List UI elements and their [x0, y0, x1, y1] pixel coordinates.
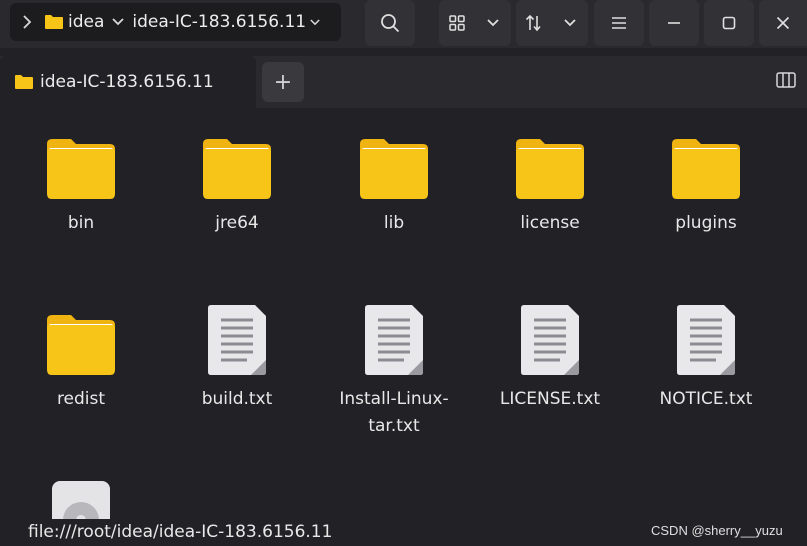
file-name: redist: [56, 389, 106, 409]
path-back-chevron-icon[interactable]: [10, 3, 44, 41]
maximize-button[interactable]: [704, 0, 754, 46]
file-name: license: [520, 213, 580, 233]
folder-icon: [516, 139, 584, 199]
plus-icon: +: [273, 69, 293, 95]
breadcrumb-current[interactable]: idea-IC-183.6156.11: [132, 3, 306, 41]
maximize-icon: [722, 16, 736, 30]
file-name: bin: [67, 213, 95, 233]
folder-icon: [203, 139, 271, 199]
tab-overview-icon: [776, 72, 796, 88]
file-item[interactable]: NOTICE.txt: [631, 304, 781, 413]
text-file-icon: [208, 305, 266, 375]
file-item[interactable]: Install-Linux-tar.txt: [319, 304, 469, 440]
tab-label: idea-IC-183.6156.11: [40, 72, 214, 92]
search-icon: [381, 14, 400, 33]
file-item[interactable]: lib: [319, 128, 469, 237]
folder-icon: [360, 139, 428, 199]
chevron-down-icon[interactable]: [104, 3, 132, 41]
sort-icon[interactable]: [516, 0, 552, 46]
view-mode-button[interactable]: [439, 0, 511, 46]
folder-icon: [45, 15, 63, 29]
file-name: LICENSE.txt: [499, 389, 601, 409]
file-item[interactable]: redist: [6, 304, 156, 413]
close-button[interactable]: [759, 0, 807, 46]
file-grid: bin jre64 lib license plugins redist bui…: [0, 108, 807, 546]
file-name: jre64: [215, 213, 259, 233]
folder-icon: [672, 139, 740, 199]
breadcrumb-label: idea-IC-183.6156.11: [132, 12, 307, 32]
status-location: file:///root/idea/idea-IC-183.6156.11: [22, 519, 339, 545]
headerbar: idea idea-IC-183.6156.11: [0, 0, 807, 48]
sort-button[interactable]: [516, 0, 588, 46]
chevron-down-icon[interactable]: [306, 3, 324, 41]
minimize-button[interactable]: [649, 0, 699, 46]
chevron-down-icon[interactable]: [552, 0, 588, 46]
file-item[interactable]: LICENSE.txt: [475, 304, 625, 413]
minimize-icon: [668, 22, 680, 24]
folder-icon: [47, 139, 115, 199]
file-item[interactable]: license: [475, 128, 625, 237]
search-button[interactable]: [365, 0, 415, 46]
text-file-icon: [365, 305, 423, 375]
tab-bar: idea-IC-183.6156.11 +: [0, 56, 807, 108]
path-bar: idea idea-IC-183.6156.11: [10, 3, 341, 41]
watermark: CSDN @sherry__yuzu: [651, 523, 783, 538]
new-tab-button[interactable]: +: [262, 62, 304, 102]
tab-current-folder[interactable]: idea-IC-183.6156.11: [0, 56, 256, 108]
breadcrumb-idea[interactable]: idea: [44, 3, 104, 41]
main-menu-button[interactable]: [594, 0, 644, 46]
hamburger-menu-icon: [612, 17, 626, 29]
breadcrumb-label: idea: [68, 12, 105, 32]
close-icon: [776, 16, 790, 30]
folder-icon: [15, 75, 33, 89]
file-name: build.txt: [201, 389, 273, 409]
text-file-icon: [521, 305, 579, 375]
file-item[interactable]: jre64: [162, 128, 312, 237]
grid-view-icon[interactable]: [439, 0, 475, 46]
file-name: plugins: [675, 213, 737, 233]
file-manager-window: idea idea-IC-183.6156.11 idea-IC-183.615…: [0, 0, 807, 546]
chevron-down-icon[interactable]: [475, 0, 511, 46]
file-name: lib: [383, 213, 405, 233]
folder-icon: [47, 315, 115, 375]
file-name: NOTICE.txt: [659, 389, 753, 409]
file-name: Install-Linux-tar.txt: [339, 389, 449, 436]
file-item[interactable]: build.txt: [162, 304, 312, 413]
text-file-icon: [677, 305, 735, 375]
file-item[interactable]: bin: [6, 128, 156, 237]
tab-overview-button[interactable]: [774, 68, 798, 92]
file-item[interactable]: plugins: [631, 128, 781, 237]
